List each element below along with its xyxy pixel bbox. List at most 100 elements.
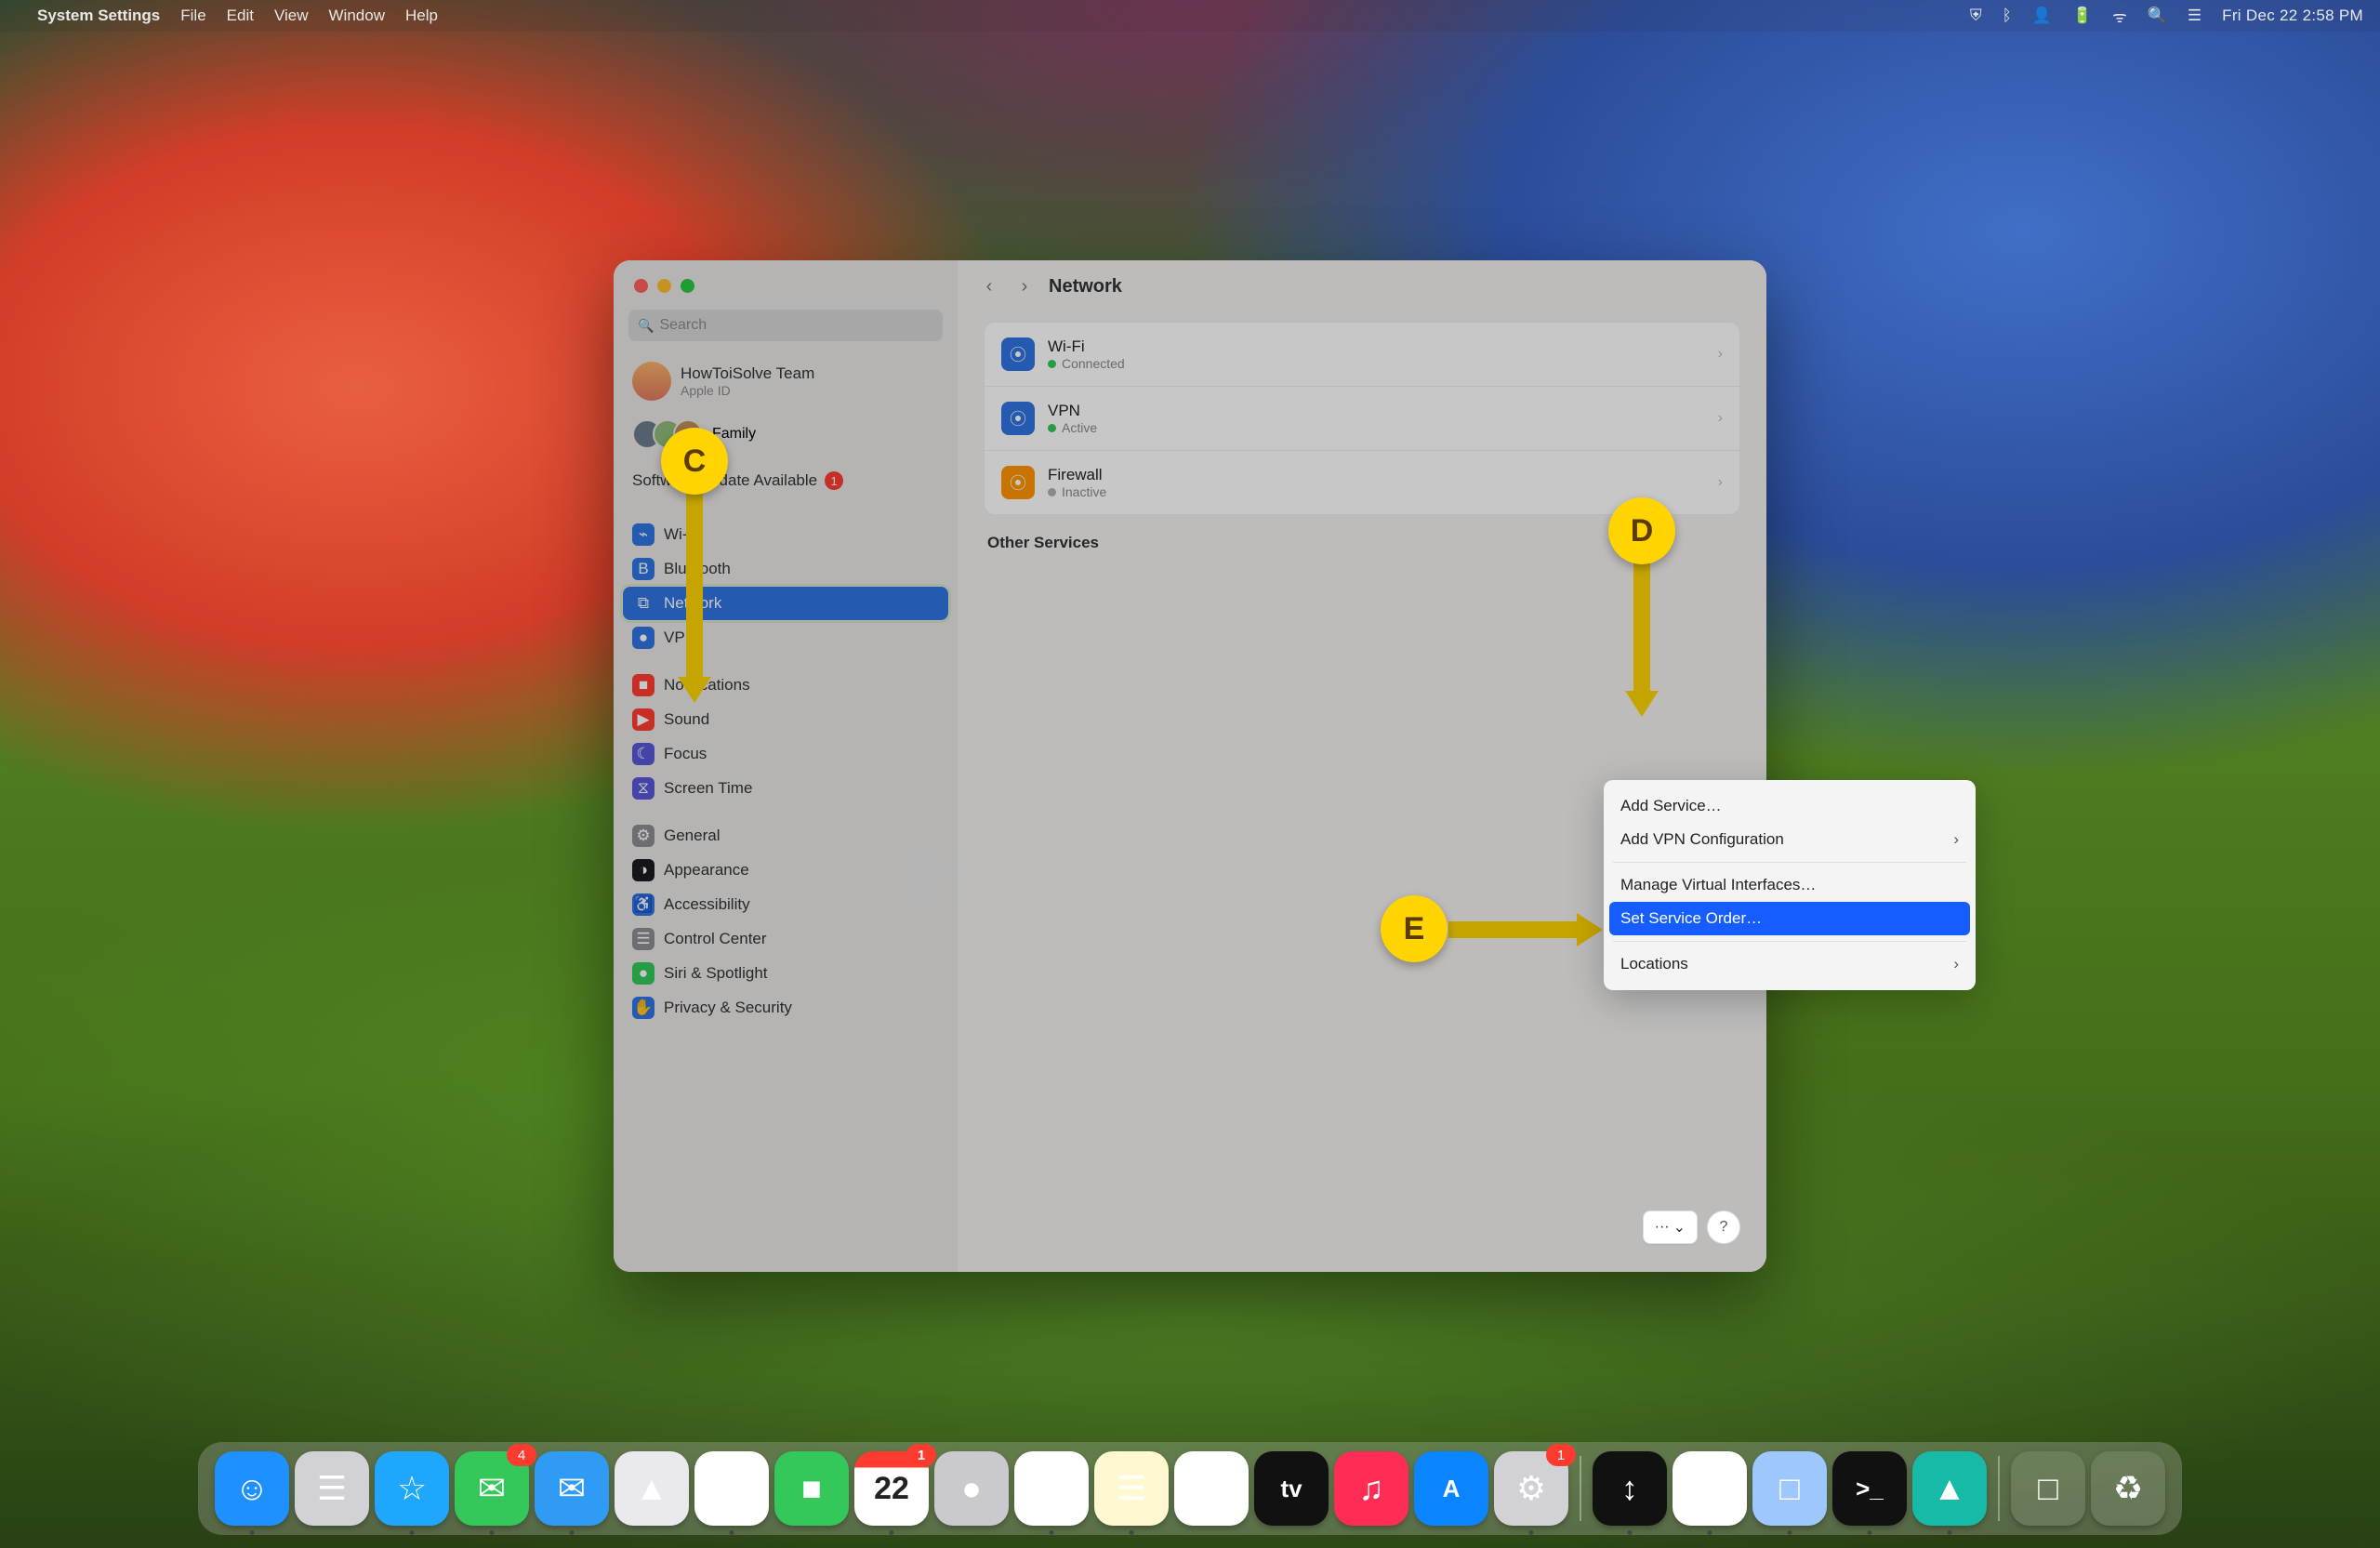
software-update-badge: 1: [825, 471, 843, 490]
running-indicator-icon: [1708, 1530, 1712, 1535]
sidebar-item-general[interactable]: ⚙General: [623, 819, 948, 853]
dock-notes-icon[interactable]: ☰: [1094, 1451, 1169, 1526]
back-button[interactable]: ‹: [978, 275, 1000, 298]
sidebar-item-bluetooth[interactable]: BBluetooth: [623, 552, 948, 586]
apple-id-row[interactable]: HowToiSolve Team Apple ID: [623, 354, 948, 408]
dock-activity-icon[interactable]: ↕: [1593, 1451, 1667, 1526]
more-actions-button[interactable]: ··· ⌄: [1643, 1211, 1698, 1244]
menu-item-add-service[interactable]: Add Service…: [1604, 789, 1976, 823]
more-actions-menu: Add Service…Add VPN Configuration› Manage…: [1604, 780, 1976, 990]
help-button[interactable]: ?: [1707, 1211, 1740, 1244]
menu-item-add-vpn-configuration[interactable]: Add VPN Configuration›: [1604, 823, 1976, 856]
status-user-icon[interactable]: 👤: [2032, 7, 2052, 25]
running-indicator-icon: [1628, 1530, 1633, 1535]
sidebar-item-vpn[interactable]: ●VPN: [623, 621, 948, 655]
sidebar-item-notifications[interactable]: ■Notifications: [623, 668, 948, 702]
dock-appstore-icon[interactable]: A: [1414, 1451, 1488, 1526]
status-control-center-icon[interactable]: ☰: [2188, 7, 2202, 25]
dock-freeform-icon[interactable]: ∿: [1174, 1451, 1249, 1526]
focus-icon: ☾: [632, 743, 654, 765]
chevron-right-icon: ›: [1718, 346, 1723, 363]
callout-e-arrow-shaft: [1448, 921, 1579, 938]
control-center-icon: ☰: [632, 928, 654, 950]
menu-file[interactable]: File: [180, 7, 205, 25]
dock-preview-icon[interactable]: □: [1752, 1451, 1827, 1526]
status-wifi-icon[interactable]: ᯤ: [2112, 6, 2127, 27]
running-indicator-icon: [250, 1530, 255, 1535]
dock-safari-icon[interactable]: ☆: [375, 1451, 449, 1526]
profile-sub: Apple ID: [681, 383, 814, 398]
menu-view[interactable]: View: [274, 7, 309, 25]
toolbar: ‹ › Network: [958, 260, 1766, 312]
dock-reminders-icon[interactable]: ☰: [1014, 1451, 1089, 1526]
status-battery-icon[interactable]: 🔋: [2072, 7, 2092, 25]
close-button[interactable]: [634, 279, 648, 293]
menu-item-set-service-order[interactable]: Set Service Order…: [1609, 902, 1970, 935]
app-name[interactable]: System Settings: [37, 7, 160, 25]
zoom-button[interactable]: [681, 279, 694, 293]
sidebar-item-label: Sound: [664, 710, 709, 729]
status-spotlight-icon[interactable]: 🔍: [2148, 7, 2167, 25]
status-bluetooth-icon[interactable]: ᛒ: [2003, 7, 2012, 25]
dock-maps-icon[interactable]: ▲: [615, 1451, 689, 1526]
menu-clock[interactable]: Fri Dec 22 2:58 PM: [2222, 7, 2363, 25]
dock-chrome-icon[interactable]: ●: [1673, 1451, 1747, 1526]
running-indicator-icon: [1948, 1530, 1952, 1535]
running-indicator-icon: [1130, 1530, 1134, 1535]
sidebar-item-privacy-security[interactable]: ✋Privacy & Security: [623, 991, 948, 1025]
dock-terminal-icon[interactable]: >_: [1832, 1451, 1907, 1526]
sidebar-item-accessibility[interactable]: ♿Accessibility: [623, 888, 948, 921]
service-status: Active: [1048, 420, 1097, 435]
callout-c: C: [661, 428, 728, 495]
sidebar-item-appearance[interactable]: ◑Appearance: [623, 853, 948, 887]
dock-separator: [1998, 1456, 2000, 1521]
dock-downloads-icon[interactable]: □: [2011, 1451, 2085, 1526]
status-vpn-icon[interactable]: ⛨: [1970, 7, 1982, 25]
dock-mail-icon[interactable]: ✉: [535, 1451, 609, 1526]
dock-launchpad-icon[interactable]: ☰: [295, 1451, 369, 1526]
menu-separator: [1613, 862, 1966, 863]
sidebar-item-screen-time[interactable]: ⧖Screen Time: [623, 772, 948, 805]
dock-settings-icon[interactable]: ⚙1: [1494, 1451, 1568, 1526]
siri-spotlight-icon: ●: [632, 962, 654, 985]
appearance-icon: ◑: [632, 859, 654, 881]
menu-help[interactable]: Help: [405, 7, 438, 25]
menu-edit[interactable]: Edit: [227, 7, 254, 25]
service-row-vpn[interactable]: ⦿VPNActive›: [985, 387, 1739, 451]
menu-window[interactable]: Window: [329, 7, 385, 25]
sidebar-item-focus[interactable]: ☾Focus: [623, 737, 948, 771]
sidebar-item-label: Privacy & Security: [664, 999, 792, 1017]
menu-item-locations[interactable]: Locations›: [1604, 947, 1976, 981]
sidebar-item-sound[interactable]: ▶Sound: [623, 703, 948, 736]
running-indicator-icon: [1868, 1530, 1872, 1535]
dock-photos-icon[interactable]: ✿: [694, 1451, 769, 1526]
sidebar-item-siri-spotlight[interactable]: ● Siri & Spotlight: [623, 957, 948, 990]
dock-contacts-icon[interactable]: ●: [934, 1451, 1009, 1526]
running-indicator-icon: [890, 1530, 894, 1535]
sidebar-item-network[interactable]: ⧉Network: [623, 587, 948, 620]
running-indicator-icon: [410, 1530, 415, 1535]
dock-calendar-icon[interactable]: 221: [854, 1451, 929, 1526]
search-field[interactable]: 🔍 Search: [628, 310, 943, 341]
dock-messages-icon[interactable]: ✉4: [455, 1451, 529, 1526]
chevron-right-icon: ›: [1718, 410, 1723, 427]
menu-item-manage-virtual-interfaces[interactable]: Manage Virtual Interfaces…: [1604, 868, 1976, 902]
minimize-button[interactable]: [657, 279, 671, 293]
network-icon: ⧉: [632, 592, 654, 615]
sidebar-item-label: Siri & Spotlight: [664, 964, 768, 983]
sidebar-item-control-center[interactable]: ☰Control Center: [623, 922, 948, 956]
dock-music-icon[interactable]: ♫: [1334, 1451, 1408, 1526]
dock-finder-icon[interactable]: ☺: [215, 1451, 289, 1526]
bluetooth-icon: B: [632, 558, 654, 580]
dock-trash-icon[interactable]: ♻: [2091, 1451, 2165, 1526]
chevron-right-icon: ›: [1718, 474, 1723, 491]
forward-button[interactable]: ›: [1013, 275, 1036, 298]
sidebar-item-label: General: [664, 827, 720, 845]
service-title: VPN: [1048, 402, 1097, 420]
service-row-wi-fi[interactable]: ⦿Wi-FiConnected›: [985, 323, 1739, 387]
dock-surfshark-icon[interactable]: ▲: [1912, 1451, 1987, 1526]
dock-facetime-icon[interactable]: ■: [774, 1451, 849, 1526]
sidebar-item-wi-fi[interactable]: ⌁Wi-Fi: [623, 518, 948, 551]
dock-tv-icon[interactable]: tv: [1254, 1451, 1329, 1526]
dock: ☺☰☆✉4✉▲✿■221●☰☰∿tv♫A⚙1↕●□>_▲□♻: [198, 1442, 2182, 1535]
